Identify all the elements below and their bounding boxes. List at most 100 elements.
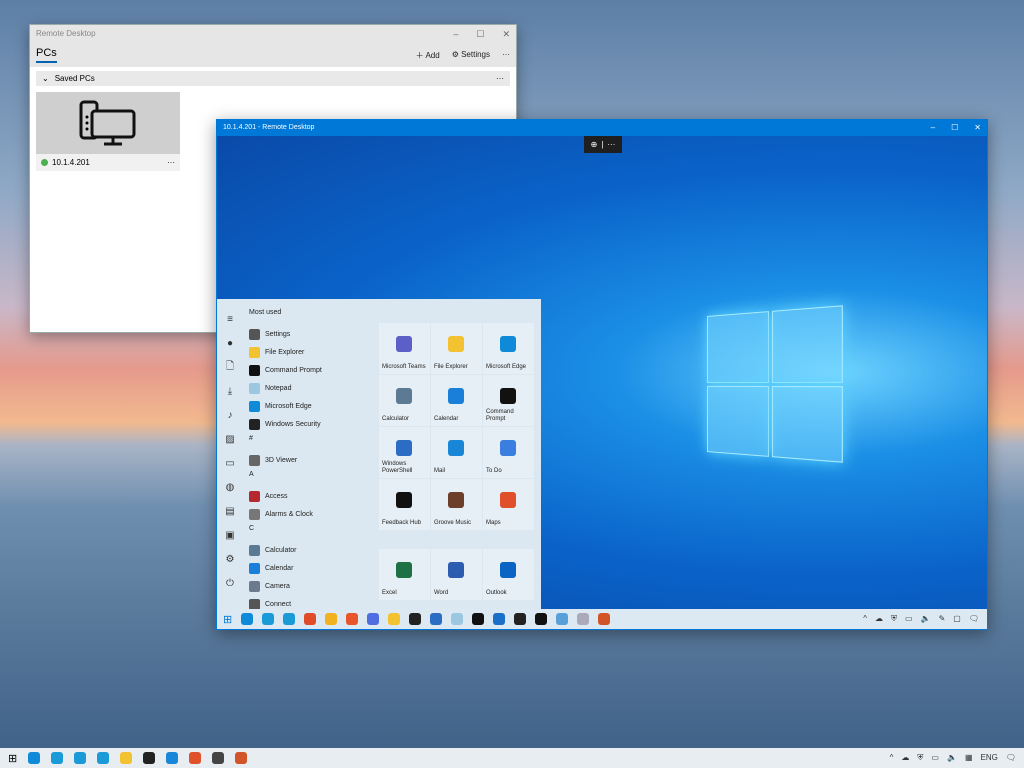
videos-icon[interactable]: ▭ xyxy=(225,451,234,475)
downloads-icon[interactable]: ⤓ xyxy=(228,379,232,403)
tray-icon[interactable]: 🔈 xyxy=(947,753,957,763)
tray-icon[interactable]: ☁ xyxy=(901,753,909,763)
windows-start-icon[interactable]: ⊞ xyxy=(223,613,232,626)
list-item[interactable]: File Explorer xyxy=(249,343,379,361)
taskbar-app-icon[interactable] xyxy=(28,752,40,764)
more-button[interactable]: ··· xyxy=(502,50,510,61)
minimize-button[interactable]: – xyxy=(931,123,935,132)
start-tile[interactable]: File Explorer xyxy=(431,323,482,374)
power-icon[interactable]: ⏻ xyxy=(226,571,234,595)
start-tile[interactable]: Excel xyxy=(379,549,430,600)
windows-start-icon[interactable]: ⊞ xyxy=(8,752,17,765)
minimize-button[interactable]: – xyxy=(453,29,458,39)
tray-icon[interactable]: ▭ xyxy=(905,614,913,624)
section-letter[interactable]: # xyxy=(249,433,379,451)
list-item[interactable]: Access xyxy=(249,487,379,505)
taskbar-app-icon[interactable] xyxy=(598,613,610,625)
file-explorer-icon[interactable]: ▣ xyxy=(225,523,234,547)
taskbar-app-icon[interactable] xyxy=(166,752,178,764)
remote-desktop[interactable]: ⊕|··· ≡●🗋⤓♪▨▭◍▤▣⚙⏻ Most usedSettingsFile… xyxy=(217,136,987,609)
start-tile[interactable]: Feedback Hub xyxy=(379,479,430,530)
tray-icon[interactable]: ⛨ xyxy=(891,614,897,624)
music-icon[interactable]: ♪ xyxy=(228,403,233,427)
group-more-button[interactable]: ··· xyxy=(496,74,504,83)
network-icon[interactable]: ◍ xyxy=(226,475,235,499)
taskbar-app-icon[interactable] xyxy=(212,752,224,764)
pc-tile[interactable]: 10.1.4.201··· xyxy=(36,92,180,171)
taskbar-app-icon[interactable] xyxy=(235,752,247,764)
taskbar-app-icon[interactable] xyxy=(97,752,109,764)
close-button[interactable]: ✕ xyxy=(974,123,981,132)
list-item[interactable]: Camera xyxy=(249,577,379,595)
tray-icon[interactable]: ⛨ xyxy=(917,753,923,763)
session-more-button[interactable]: ··· xyxy=(607,140,615,149)
taskbar-app-icon[interactable] xyxy=(325,613,337,625)
taskbar-app-icon[interactable] xyxy=(472,613,484,625)
list-item[interactable]: Calculator xyxy=(249,541,379,559)
tray-icon[interactable]: ☁ xyxy=(875,614,883,624)
taskbar-app-icon[interactable] xyxy=(262,613,274,625)
taskbar-app-icon[interactable] xyxy=(514,613,526,625)
list-item[interactable]: Calendar xyxy=(249,559,379,577)
taskbar-app-icon[interactable] xyxy=(241,613,253,625)
list-item[interactable]: 3D Viewer xyxy=(249,451,379,469)
start-tile[interactable]: Outlook xyxy=(483,549,534,600)
start-tile[interactable]: Microsoft Teams xyxy=(379,323,430,374)
taskbar-app-icon[interactable] xyxy=(304,613,316,625)
settings-button[interactable]: ⚙ Settings xyxy=(452,50,490,61)
notifications-icon[interactable]: 🗨 xyxy=(969,614,979,624)
list-item[interactable]: Microsoft Edge xyxy=(249,397,379,415)
tray-icon[interactable]: 🔈 xyxy=(921,614,931,624)
start-tile[interactable]: Command Prompt xyxy=(483,375,534,426)
taskbar-app-icon[interactable] xyxy=(577,613,589,625)
tray-icon[interactable]: ▢ xyxy=(953,614,961,624)
start-tile[interactable]: Calendar xyxy=(431,375,482,426)
taskbar-app-icon[interactable] xyxy=(451,613,463,625)
settings-icon[interactable]: ⚙ xyxy=(226,547,235,571)
saved-pcs-group[interactable]: ⌄Saved PCs··· xyxy=(36,71,510,86)
avatar[interactable]: ● xyxy=(227,331,233,355)
start-tile[interactable]: To Do xyxy=(483,427,534,478)
maximize-button[interactable]: ☐ xyxy=(476,29,484,39)
zoom-in-icon[interactable]: ⊕ xyxy=(591,140,598,149)
language-indicator[interactable]: ENG xyxy=(981,753,998,763)
taskbar-app-icon[interactable] xyxy=(74,752,86,764)
taskbar-app-icon[interactable] xyxy=(120,752,132,764)
list-item[interactable]: Settings xyxy=(249,325,379,343)
pc-more-button[interactable]: ··· xyxy=(167,158,175,167)
list-item[interactable]: Command Prompt xyxy=(249,361,379,379)
taskbar-app-icon[interactable] xyxy=(409,613,421,625)
taskbar-app-icon[interactable] xyxy=(388,613,400,625)
maximize-button[interactable]: ☐ xyxy=(951,123,958,132)
pictures-icon[interactable]: ▨ xyxy=(225,427,234,451)
start-tile[interactable]: Maps xyxy=(483,479,534,530)
taskbar-app-icon[interactable] xyxy=(346,613,358,625)
start-tile[interactable]: Calculator xyxy=(379,375,430,426)
taskbar-app-icon[interactable] xyxy=(430,613,442,625)
personal-folder-icon[interactable]: ▤ xyxy=(225,499,234,523)
start-tile[interactable]: Mail xyxy=(431,427,482,478)
taskbar-app-icon[interactable] xyxy=(189,752,201,764)
taskbar-app-icon[interactable] xyxy=(51,752,63,764)
hamburger-icon[interactable]: ≡ xyxy=(227,307,233,331)
start-tile[interactable]: Word xyxy=(431,549,482,600)
tray-icon[interactable]: ▦ xyxy=(965,753,973,763)
taskbar-app-icon[interactable] xyxy=(143,752,155,764)
tray-icon[interactable]: ^ xyxy=(890,753,894,763)
tray-icon[interactable]: ✎ xyxy=(939,614,946,624)
section-letter[interactable]: A xyxy=(249,469,379,487)
taskbar-app-icon[interactable] xyxy=(556,613,568,625)
notifications-icon[interactable]: 🗨 xyxy=(1006,753,1016,763)
tray-icon[interactable]: ▭ xyxy=(931,753,939,763)
documents-icon[interactable]: 🗋 xyxy=(226,355,234,379)
close-button[interactable]: ✕ xyxy=(502,29,510,39)
start-tile[interactable]: Groove Music xyxy=(431,479,482,530)
list-item[interactable]: Alarms & Clock xyxy=(249,505,379,523)
taskbar-app-icon[interactable] xyxy=(367,613,379,625)
taskbar-app-icon[interactable] xyxy=(535,613,547,625)
taskbar-app-icon[interactable] xyxy=(493,613,505,625)
tray-icon[interactable]: ^ xyxy=(863,614,867,624)
tab-pcs[interactable]: PCs xyxy=(36,47,57,63)
start-tile[interactable]: Microsoft Edge xyxy=(483,323,534,374)
list-item[interactable]: Windows Security xyxy=(249,415,379,433)
